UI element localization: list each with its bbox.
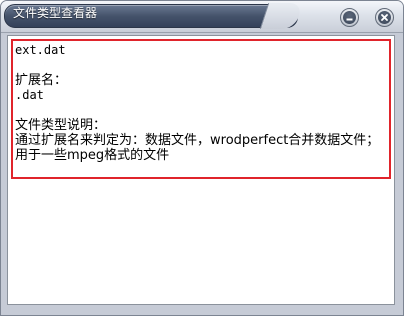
description-text: 通过扩展名来判定为：数据文件，wrodperfect合并数据文件；用于一些mpe… [15,133,380,163]
minimize-icon [343,11,356,24]
extension-value: .dat [15,88,44,102]
close-button[interactable] [375,8,394,27]
extension-label: 扩展名： [15,73,68,88]
close-icon [378,11,391,24]
file-info-text[interactable]: ext.dat 扩展名： .dat 文件类型说明： 通过扩展名来判定为：数据文件… [11,39,391,179]
description-label: 文件类型说明： [15,118,107,133]
minimize-button[interactable] [340,8,359,27]
app-window: 文件类型查看器 ext.dat 扩展名： .dat 文件类型说明： 通过扩展名来… [0,0,404,316]
content-panel: ext.dat 扩展名： .dat 文件类型说明： 通过扩展名来判定为：数据文件… [7,35,395,305]
title-bar[interactable]: 文件类型查看器 [1,1,403,33]
window-title: 文件类型查看器 [13,6,98,20]
filename-text: ext.dat [15,43,66,57]
